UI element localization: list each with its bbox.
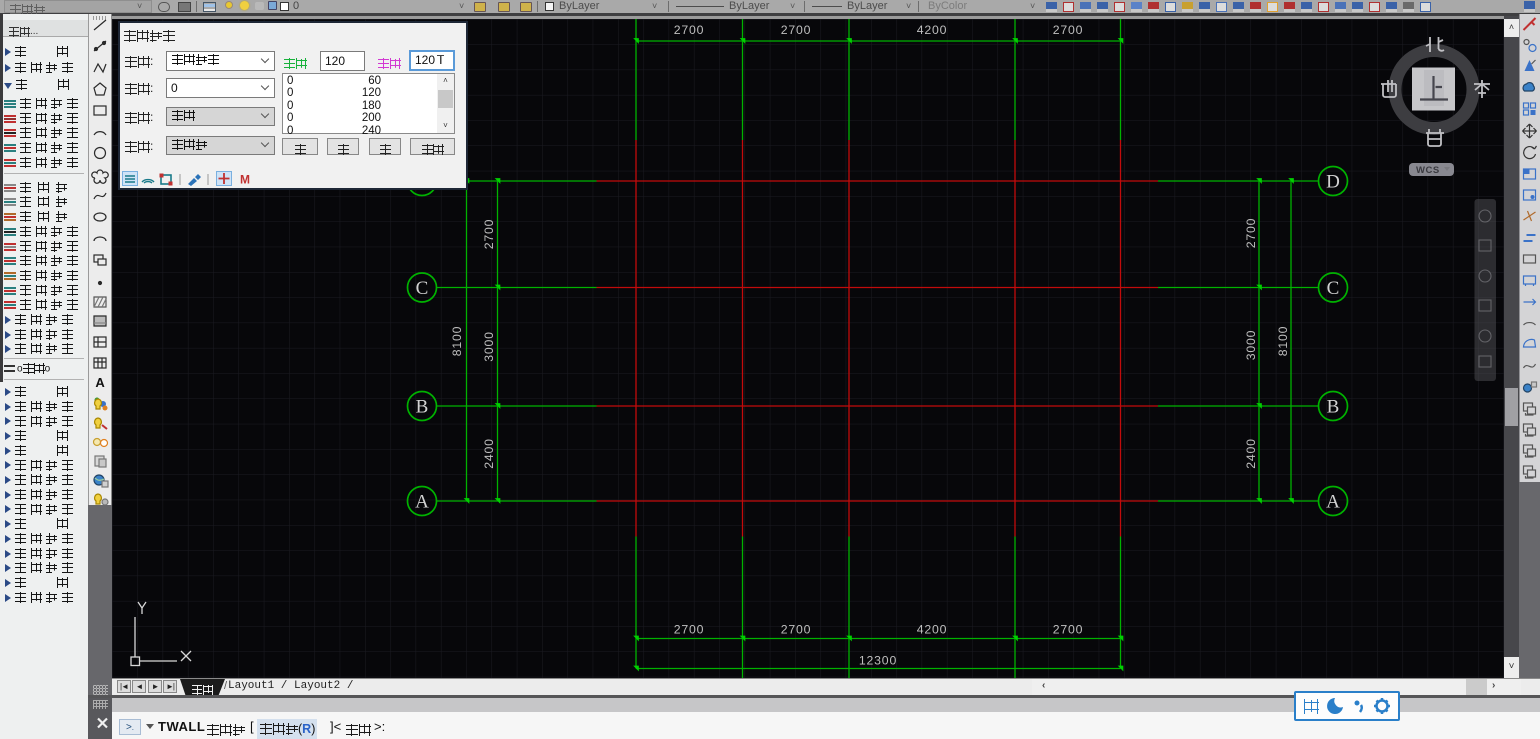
svg-text:A: A	[1326, 492, 1340, 513]
svg-text:A: A	[415, 492, 429, 513]
svg-text:B: B	[416, 397, 429, 418]
svg-text:2700: 2700	[674, 623, 705, 637]
svg-text:2700: 2700	[781, 623, 812, 637]
svg-text:2400: 2400	[1244, 438, 1258, 469]
svg-text:4200: 4200	[917, 623, 948, 637]
svg-text:12300: 12300	[859, 654, 897, 668]
svg-text:2700: 2700	[1244, 218, 1258, 249]
svg-text:4200: 4200	[917, 23, 948, 37]
svg-text:2700: 2700	[1053, 623, 1084, 637]
svg-text:2700: 2700	[781, 23, 812, 37]
svg-text:2700: 2700	[674, 23, 705, 37]
svg-text:8100: 8100	[1276, 326, 1290, 357]
svg-text:B: B	[1327, 397, 1340, 418]
svg-text:3000: 3000	[482, 331, 496, 362]
svg-text:2400: 2400	[482, 438, 496, 469]
svg-text:C: C	[416, 278, 429, 299]
svg-text:D: D	[1326, 172, 1340, 193]
svg-text:2700: 2700	[1053, 23, 1084, 37]
svg-text:C: C	[1327, 278, 1340, 299]
svg-text:WCS: WCS	[1416, 165, 1440, 176]
svg-text:2700: 2700	[482, 219, 496, 250]
svg-text:M: M	[240, 173, 250, 187]
svg-text:8100: 8100	[450, 326, 464, 357]
svg-text:3000: 3000	[1244, 330, 1258, 361]
svg-text:A: A	[95, 375, 105, 390]
